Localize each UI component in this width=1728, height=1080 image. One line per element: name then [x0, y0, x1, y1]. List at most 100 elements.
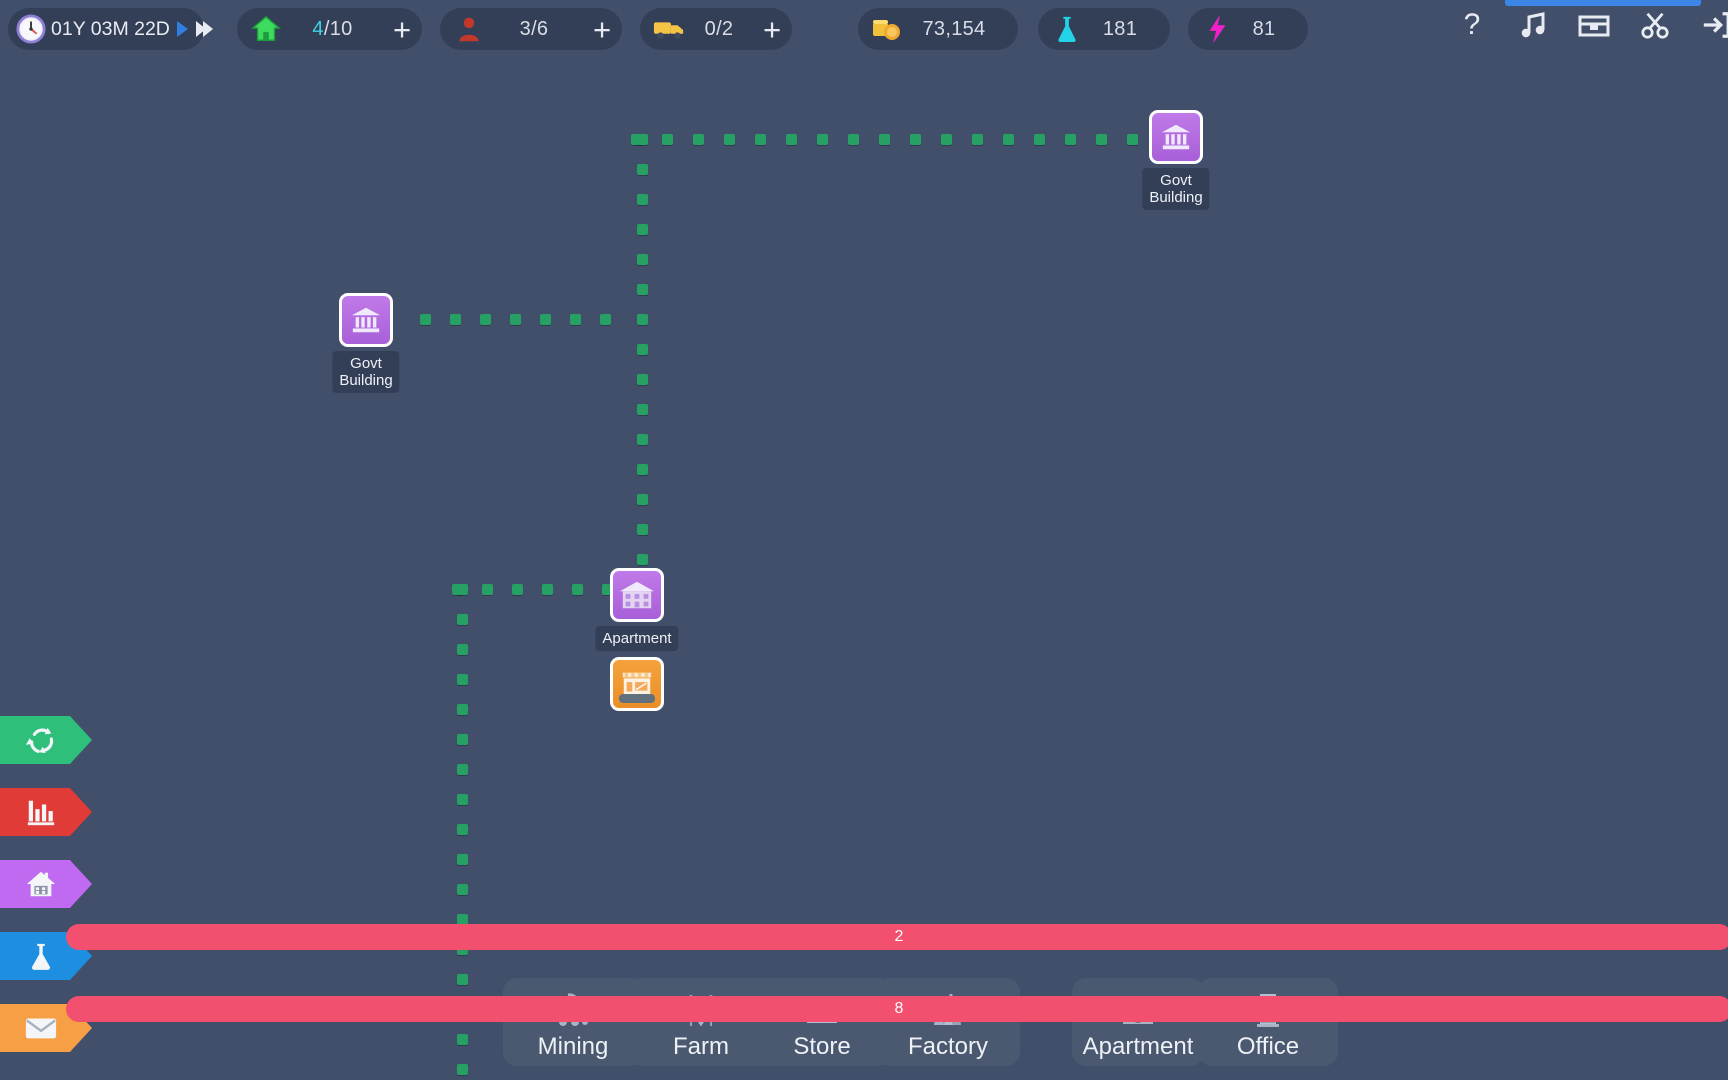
road-tile — [724, 134, 735, 145]
sidebar-item-stats-tab[interactable] — [0, 788, 92, 836]
road-tile — [910, 134, 921, 145]
road-tile — [637, 164, 648, 175]
svg-text:?: ? — [1464, 9, 1481, 41]
build-toolbar: Mining Farm Store Factory Apartment Office — [0, 976, 1728, 1072]
scissors-icon[interactable] — [1638, 8, 1672, 42]
store-1[interactable] — [610, 657, 664, 711]
road-tile — [637, 284, 648, 295]
road-tile — [637, 524, 648, 535]
people-pill[interactable]: 3/6 + — [440, 8, 622, 50]
money-pill: 73,154 — [858, 8, 1018, 50]
build-store-label: Store — [793, 1034, 850, 1060]
flask-icon — [24, 939, 58, 973]
build-mining-label: Mining — [538, 1034, 609, 1060]
fast-forward-icon[interactable] — [196, 21, 213, 37]
build-office[interactable]: Office — [1198, 978, 1338, 1066]
road-tile — [637, 194, 648, 205]
bank-icon — [1157, 120, 1195, 154]
energy-pill: 81 — [1188, 8, 1308, 50]
game-screen: Govt BuildingGovt BuildingApartment 01Y … — [0, 0, 1728, 1080]
road-tile — [457, 854, 468, 865]
road-tile — [572, 584, 583, 595]
road-tile — [848, 134, 859, 145]
build-factory-label: Factory — [908, 1034, 988, 1060]
road-tile — [570, 314, 581, 325]
road-tile — [637, 224, 648, 235]
build-factory[interactable]: Factory — [876, 978, 1020, 1066]
road-tile — [637, 464, 648, 475]
game-map[interactable]: Govt BuildingGovt BuildingApartment — [0, 0, 1728, 1080]
road-tile — [637, 344, 648, 355]
road-tile — [482, 584, 493, 595]
sidebar-item-housing-tab[interactable] — [0, 860, 92, 908]
road-tile — [637, 314, 648, 325]
road-tile — [457, 764, 468, 775]
road-tile — [457, 704, 468, 715]
clock-pill[interactable]: 01Y 03M 22D — [8, 8, 204, 50]
build-store[interactable]: Store — [752, 978, 892, 1066]
house-icon — [24, 867, 58, 901]
build-apartment-label: Apartment — [1083, 1034, 1194, 1060]
add-vehicle-button[interactable]: + — [752, 9, 792, 49]
road-tile — [637, 434, 648, 445]
road-tile — [450, 314, 461, 325]
build-farm-label: Farm — [673, 1034, 729, 1060]
road-tile — [420, 314, 431, 325]
road-tile — [1065, 134, 1076, 145]
top-bar: 01Y 03M 22D 4/10 + — [0, 0, 1728, 58]
vehicles-pill[interactable]: 0/2 + — [640, 8, 792, 50]
add-people-button[interactable]: + — [582, 9, 622, 49]
science-value: 181 — [1084, 18, 1156, 41]
house-icon — [249, 12, 283, 46]
road-tile — [457, 584, 468, 595]
housing-value: 4/10 — [283, 18, 382, 41]
road-tile — [1034, 134, 1045, 145]
road-tile — [817, 134, 828, 145]
game-date: 01Y 03M 22D — [51, 18, 170, 41]
help-icon[interactable]: ? — [1455, 8, 1489, 42]
road-tile — [693, 134, 704, 145]
music-icon[interactable] — [1516, 8, 1550, 42]
road-tile — [600, 314, 611, 325]
build-mining[interactable]: Mining — [503, 978, 643, 1066]
chest-icon[interactable] — [1577, 8, 1611, 42]
housing-pill[interactable]: 4/10 + — [237, 8, 422, 50]
road-tile — [637, 134, 648, 145]
sidebar-item-recycle-tab[interactable] — [0, 716, 92, 764]
add-housing-button[interactable]: + — [382, 9, 422, 49]
build-apartment[interactable]: Apartment — [1072, 978, 1204, 1066]
govt-building-1[interactable] — [1149, 110, 1203, 164]
road-tile — [1127, 134, 1138, 145]
science-pill: 181 — [1038, 8, 1170, 50]
play-icon[interactable] — [177, 21, 188, 37]
recycle-icon — [24, 723, 58, 757]
flask-icon — [1050, 12, 1084, 46]
people-value: 3/6 — [486, 18, 582, 41]
road-tile — [637, 254, 648, 265]
road-tile — [540, 314, 551, 325]
apartment-icon — [618, 578, 656, 612]
road-tile — [786, 134, 797, 145]
exit-icon[interactable] — [1699, 8, 1728, 42]
truck-icon — [652, 12, 686, 46]
road-tile — [457, 614, 468, 625]
person-icon — [452, 12, 486, 46]
govt-building-1-label: Govt Building — [1142, 168, 1209, 210]
road-tile — [457, 884, 468, 895]
road-tile — [972, 134, 983, 145]
bolt-icon — [1200, 12, 1234, 46]
bar-chart-icon — [24, 795, 58, 829]
clock-icon — [16, 14, 46, 44]
money-value: 73,154 — [904, 18, 1004, 41]
sidebar-badge: 8 — [66, 996, 1728, 1022]
road-tile — [457, 674, 468, 685]
bank-icon — [347, 303, 385, 337]
vehicles-value: 0/2 — [686, 18, 752, 41]
govt-building-2[interactable] — [339, 293, 393, 347]
road-tile — [637, 374, 648, 385]
road-tile — [637, 494, 648, 505]
build-office-label: Office — [1237, 1034, 1299, 1060]
apartment-1[interactable] — [610, 568, 664, 622]
top-icon-group: ? — [1455, 8, 1728, 42]
road-tile — [457, 794, 468, 805]
